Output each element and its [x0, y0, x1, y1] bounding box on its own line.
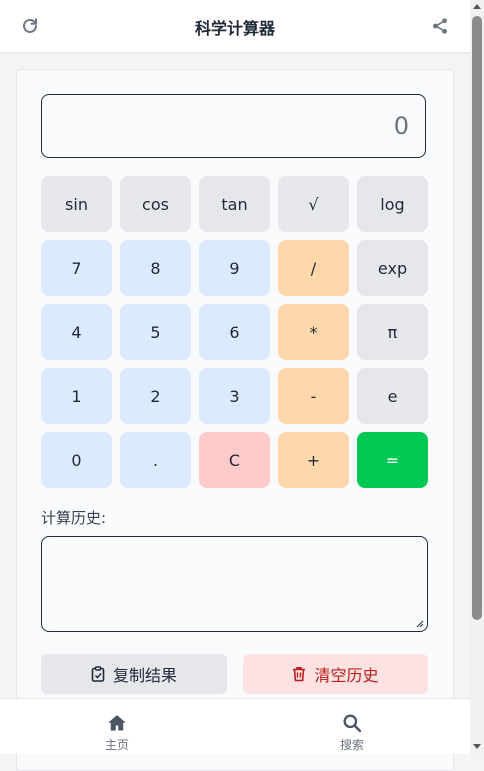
resize-grip-icon[interactable]	[416, 620, 424, 628]
nav-label-home: 主页	[104, 738, 129, 752]
key-sqrt-button[interactable]: √	[278, 176, 349, 232]
trash-icon	[293, 667, 306, 682]
key-multiply-button[interactable]: *	[278, 304, 349, 360]
copy-result-label: 复制结果	[112, 666, 177, 685]
key-4-button[interactable]: 4	[41, 304, 112, 360]
key-3-button[interactable]: 3	[199, 368, 270, 424]
key-2-button[interactable]: 2	[120, 368, 191, 424]
key-decimal-button[interactable]: .	[120, 432, 191, 488]
clipboard-icon	[91, 666, 105, 682]
app-header: 科学计算器	[0, 0, 470, 53]
key-5-button[interactable]: 5	[120, 304, 191, 360]
nav-item-search[interactable]: 搜索	[322, 713, 382, 753]
nav-label-search: 搜索	[339, 738, 364, 752]
bottom-nav: 主页 搜索	[0, 698, 470, 754]
key-tan-button[interactable]: tan	[199, 176, 270, 232]
key-equals-button[interactable]: =	[357, 432, 428, 488]
key-7-button[interactable]: 7	[41, 240, 112, 296]
key-divide-button[interactable]: /	[278, 240, 349, 296]
key-pi-button[interactable]: π	[357, 304, 428, 360]
history-label: 计算历史:	[41, 509, 107, 527]
key-log-button[interactable]: log	[357, 176, 428, 232]
page-title: 科学计算器	[194, 19, 275, 38]
scroll-down-icon[interactable]	[473, 744, 481, 749]
key-8-button[interactable]: 8	[120, 240, 191, 296]
key-e-button[interactable]: e	[357, 368, 428, 424]
calculator-display: 0	[41, 94, 426, 158]
history-textarea[interactable]	[41, 536, 428, 632]
key-6-button[interactable]: 6	[199, 304, 270, 360]
key-minus-button[interactable]: -	[278, 368, 349, 424]
search-icon	[343, 714, 362, 733]
clear-history-button[interactable]: 清空历史	[243, 654, 428, 694]
key-clear-button[interactable]: C	[199, 432, 270, 488]
key-9-button[interactable]: 9	[199, 240, 270, 296]
clear-history-label: 清空历史	[314, 666, 379, 685]
key-0-button[interactable]: 0	[41, 432, 112, 488]
key-1-button[interactable]: 1	[41, 368, 112, 424]
key-sin-button[interactable]: sin	[41, 176, 112, 232]
home-icon	[108, 715, 126, 731]
copy-result-button[interactable]: 复制结果	[41, 654, 227, 694]
share-icon[interactable]	[431, 17, 449, 35]
nav-item-home[interactable]: 主页	[87, 713, 147, 753]
scrollbar-thumb[interactable]	[472, 16, 482, 620]
key-plus-button[interactable]: +	[278, 432, 349, 488]
page-scrollbar[interactable]	[470, 0, 484, 753]
scroll-up-icon[interactable]	[473, 4, 481, 9]
key-exp-button[interactable]: exp	[357, 240, 428, 296]
key-cos-button[interactable]: cos	[120, 176, 191, 232]
